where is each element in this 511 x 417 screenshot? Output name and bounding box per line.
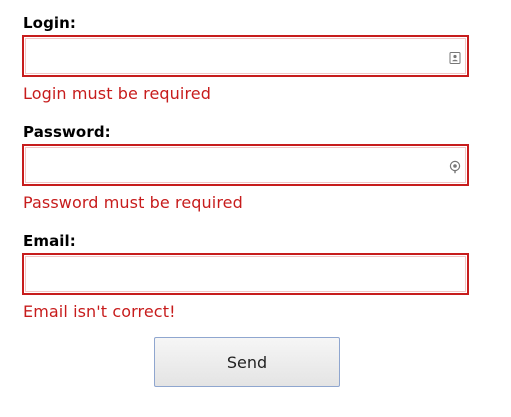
password-label: Password: — [23, 123, 111, 141]
password-input[interactable] — [28, 150, 446, 180]
login-input[interactable] — [28, 41, 446, 71]
password-field-box — [22, 144, 469, 186]
email-label: Email: — [23, 232, 76, 250]
email-field-box — [22, 253, 469, 295]
email-input[interactable] — [28, 259, 446, 289]
login-field-box — [22, 35, 469, 77]
email-error: Email isn't correct! — [23, 302, 176, 321]
login-error: Login must be required — [23, 84, 211, 103]
key-icon[interactable] — [448, 159, 462, 174]
contact-card-icon[interactable] — [448, 50, 462, 64]
send-button[interactable]: Send — [154, 337, 340, 387]
login-label: Login: — [23, 14, 77, 32]
password-error: Password must be required — [23, 193, 243, 212]
